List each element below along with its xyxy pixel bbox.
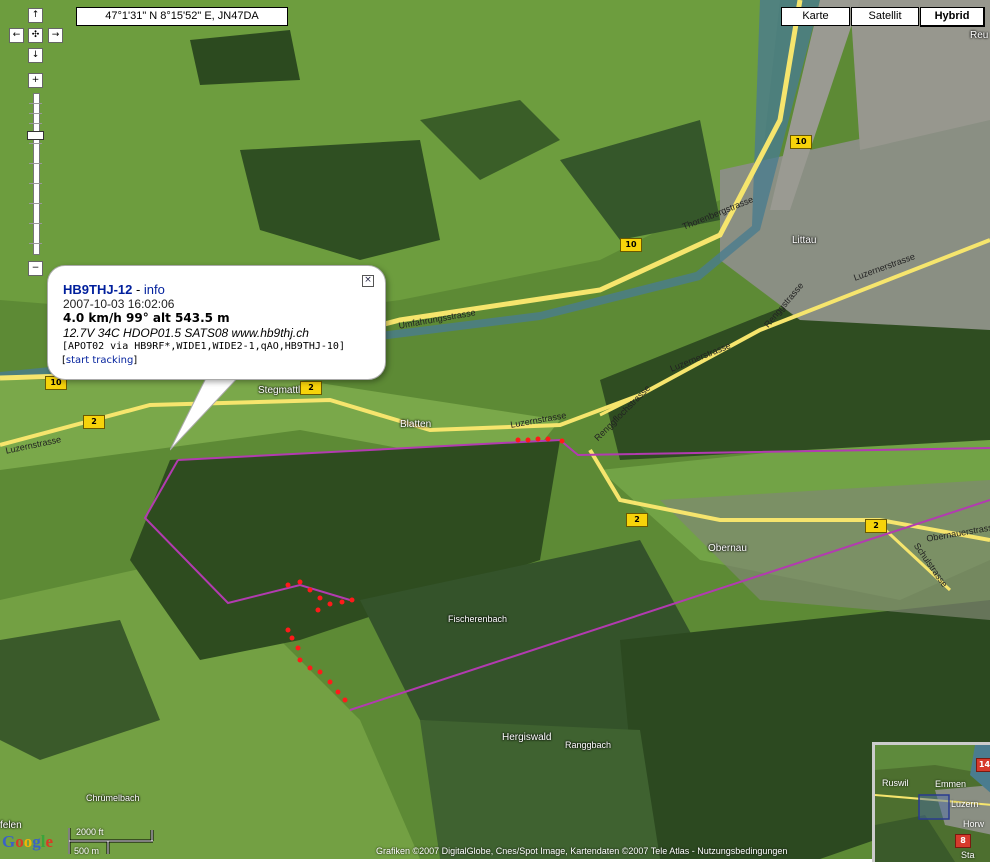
maptype-karte-button[interactable]: Karte	[781, 7, 850, 26]
pan-left-button[interactable]: ←	[9, 28, 24, 43]
coordinate-readout: 47°1'31" N 8°15'52" E, JN47DA	[76, 7, 288, 26]
place-feleri: felen	[0, 820, 22, 831]
overview-ruswil: Ruswil	[882, 778, 909, 788]
place-hergiswald: Hergiswald	[502, 732, 552, 743]
pan-up-button[interactable]: ↑	[28, 8, 43, 23]
start-tracking-link[interactable]: start tracking	[66, 355, 133, 366]
zoom-tick	[29, 203, 42, 204]
zoom-tick	[29, 223, 42, 224]
maptype-hybrid-button[interactable]: Hybrid	[920, 7, 985, 27]
place-reu: Reu	[970, 30, 989, 41]
road-shield-2: 2	[865, 519, 887, 533]
place-obernau: Obernau	[708, 543, 747, 554]
scale-feet: 2000 ft	[76, 827, 104, 837]
zoom-tick	[29, 163, 42, 164]
zoom-tick	[29, 123, 42, 124]
title-separator: -	[132, 282, 144, 297]
overview-shield-8: 8	[955, 834, 971, 848]
zoom-tick	[29, 113, 42, 114]
zoom-tick	[29, 103, 42, 104]
popup-title: HB9THJ-12 - info	[63, 282, 165, 297]
zoom-tick	[29, 143, 42, 144]
place-littau: Littau	[792, 235, 817, 246]
popup-motion: 4.0 km/h 99° alt 543.5 m	[63, 311, 230, 325]
overview-luzern: Luzern	[951, 799, 979, 809]
overview-shield-14: 14	[976, 758, 990, 772]
place-fischerenbach: Fischerenbach	[448, 614, 508, 624]
maptype-satellit-button[interactable]: Satellit	[851, 7, 919, 26]
pan-center-button[interactable]: ✣	[28, 28, 43, 43]
road-shield-10: 10	[790, 135, 812, 149]
zoom-in-button[interactable]: +	[28, 73, 43, 88]
overview-horw: Horw	[963, 819, 985, 829]
overview-map[interactable]: Ruswil Emmen Luzern Horw Sta 14 8	[872, 742, 990, 862]
bracket-close: ]	[133, 355, 138, 366]
popup-timestamp: 2007-10-03 16:02:06	[63, 297, 175, 311]
copyright-notice[interactable]: Grafiken ©2007 DigitalGlobe, Cnes/Spot I…	[376, 846, 787, 856]
place-blatten: Blatten	[400, 419, 432, 430]
road-shield-2: 2	[83, 415, 105, 429]
popup-tracking: [start tracking]	[62, 355, 137, 366]
place-stegmattli: Stegmattli	[258, 385, 303, 396]
place-chrumelbach: Chrümelbach	[86, 793, 140, 803]
info-link[interactable]: info	[144, 282, 165, 297]
popup-path: [APOT02 via HB9RF*,WIDE1,WIDE2-1,qAO,HB9…	[62, 341, 345, 352]
road-shield-2: 2	[626, 513, 648, 527]
popup-tail	[170, 370, 248, 451]
popup-close-button[interactable]: ×	[362, 275, 374, 287]
overview-viewport[interactable]	[918, 794, 950, 820]
zoom-slider-thumb[interactable]	[27, 131, 44, 140]
map-imagery	[0, 0, 990, 859]
zoom-slider-track[interactable]	[33, 93, 40, 255]
popup-telemetry: 12.7V 34C HDOP01.5 SATS08 www.hb9thj.ch	[63, 326, 309, 340]
pan-right-button[interactable]: →	[48, 28, 63, 43]
satellite-map[interactable]: Littau Blatten Obernau Hergiswald Ranggb…	[0, 0, 990, 859]
overview-emmen: Emmen	[935, 779, 967, 789]
info-popup: × HB9THJ-12 - info 2007-10-03 16:02:06 4…	[47, 265, 386, 380]
scale-meters: 500 m	[74, 846, 100, 856]
road-shield-10: 10	[620, 238, 642, 252]
place-ranggbach: Ranggbach	[565, 740, 612, 750]
zoom-tick	[29, 183, 42, 184]
pan-down-button[interactable]: ↓	[28, 48, 43, 63]
zoom-out-button[interactable]: −	[28, 261, 43, 276]
google-logo[interactable]: Google	[2, 832, 53, 852]
callsign-link[interactable]: HB9THJ-12	[63, 282, 132, 297]
zoom-tick	[29, 243, 42, 244]
road-shield-2: 2	[300, 381, 322, 395]
